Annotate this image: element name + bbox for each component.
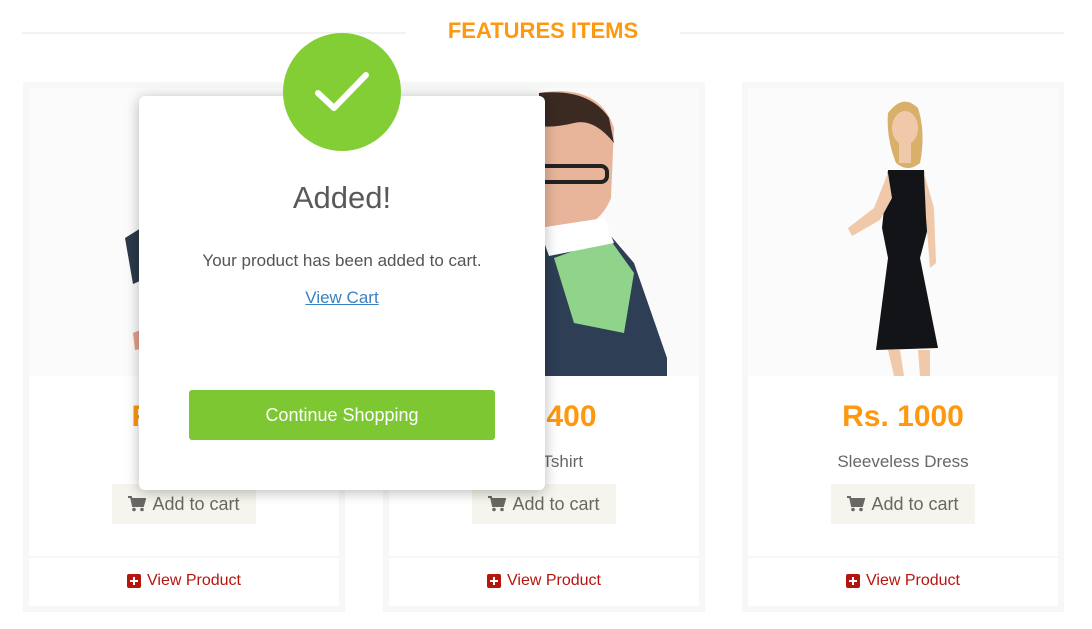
section-title: FEATURES ITEMS bbox=[447, 18, 639, 43]
card-divider bbox=[29, 556, 339, 558]
product-image bbox=[748, 88, 1058, 376]
cart-icon bbox=[847, 496, 866, 512]
plus-square-icon bbox=[487, 574, 501, 588]
add-to-cart-label: Add to cart bbox=[512, 493, 600, 514]
view-product-label: View Product bbox=[147, 572, 241, 589]
section-header: FEATURES ITEMS bbox=[22, 14, 1064, 50]
add-to-cart-label: Add to cart bbox=[152, 493, 240, 514]
success-badge bbox=[283, 33, 401, 151]
add-to-cart-button[interactable]: Add to cart bbox=[472, 484, 616, 524]
modal-title: Added! bbox=[292, 180, 392, 215]
card-divider bbox=[748, 556, 1058, 558]
view-product-link[interactable]: View Product bbox=[29, 572, 339, 590]
add-to-cart-button[interactable]: Add to cart bbox=[831, 484, 975, 524]
plus-square-icon bbox=[846, 574, 860, 588]
view-product-link[interactable]: View Product bbox=[389, 572, 699, 590]
view-cart-link[interactable]: View Cart bbox=[139, 288, 545, 308]
continue-shopping-button[interactable]: Continue Shopping bbox=[189, 390, 495, 440]
add-to-cart-button[interactable]: Add to cart bbox=[112, 484, 256, 524]
view-product-label: View Product bbox=[507, 572, 601, 589]
product-price: Rs. 1000 bbox=[842, 400, 964, 433]
check-icon bbox=[315, 72, 369, 111]
product-name: Sleeveless Dress bbox=[837, 452, 969, 471]
modal-message: Your product has been added to cart. bbox=[202, 251, 482, 270]
cart-icon bbox=[488, 496, 507, 512]
add-to-cart-label: Add to cart bbox=[871, 493, 959, 514]
product-card: Rs. 1000 Sleeveless Dress Add to cart Vi… bbox=[742, 82, 1064, 612]
cart-icon bbox=[128, 496, 147, 512]
plus-square-icon bbox=[127, 574, 141, 588]
view-product-label: View Product bbox=[866, 572, 960, 589]
card-divider bbox=[389, 556, 699, 558]
added-to-cart-modal: Added! Your product has been added to ca… bbox=[139, 96, 545, 490]
view-product-link[interactable]: View Product bbox=[748, 572, 1058, 590]
